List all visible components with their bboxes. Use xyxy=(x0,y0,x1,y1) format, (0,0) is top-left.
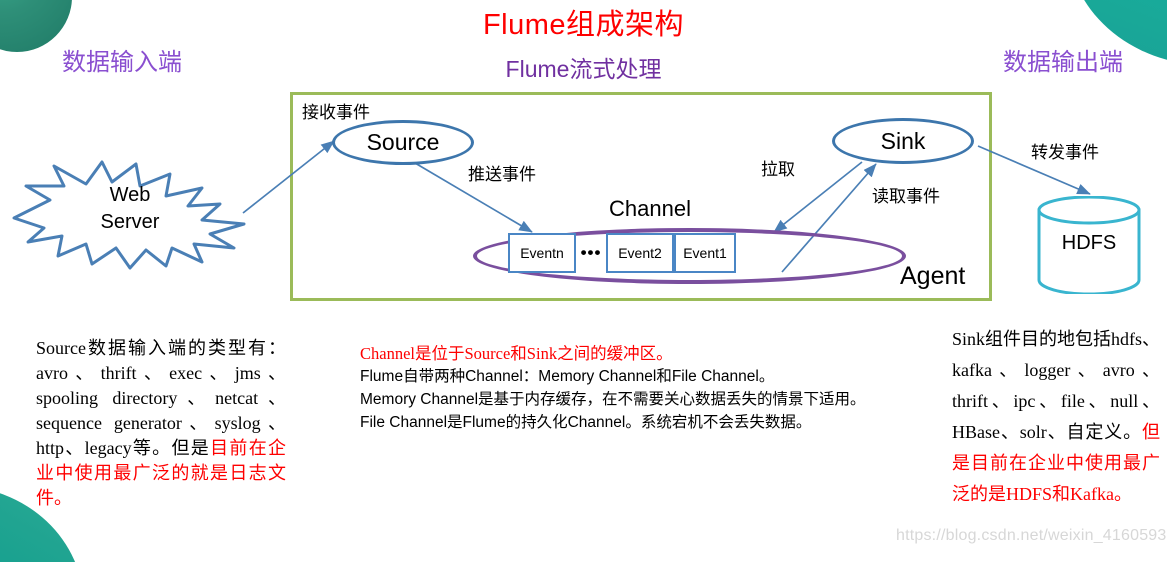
event-box[interactable]: Event1 xyxy=(674,233,736,273)
sink-node[interactable]: Sink xyxy=(832,118,974,164)
event-box-label: Event1 xyxy=(683,245,727,261)
event-box-label: Eventn xyxy=(520,245,564,261)
note-channel-line1: Channel是位于Source和Sink之间的缓冲区。 xyxy=(360,344,673,363)
event-queue: Eventn ••• Event2 Event1 xyxy=(508,233,736,273)
arrow-label-read: 读取事件 xyxy=(872,187,940,206)
watermark: https://blog.csdn.net/weixin_41605937 xyxy=(896,527,1167,544)
source-node-label: Source xyxy=(366,129,440,155)
note-sink-types: Sink组件目的地包括hdfs、kafka、logger、avro、thrift… xyxy=(952,324,1160,510)
hdfs-label: HDFS xyxy=(1061,232,1117,254)
event-box-label: Event2 xyxy=(618,245,662,261)
note-sink-types-black: Sink组件目的地包括hdfs、kafka、logger、avro、thrift… xyxy=(952,329,1161,442)
web-server-label-line1: Web xyxy=(109,184,151,206)
note-channel-line2: Flume自带两种Channel：Memory Channel和File Cha… xyxy=(360,368,775,385)
note-source-types: Source数据输入端的类型有：avro、thrift、exec、jms、spo… xyxy=(36,336,286,511)
sink-node-label: Sink xyxy=(880,127,926,154)
web-server-label: Web Server xyxy=(6,182,254,236)
arrow-label-receive: 接收事件 xyxy=(302,103,370,122)
source-node[interactable]: Source xyxy=(332,120,474,165)
arrow-label-push: 推送事件 xyxy=(468,165,536,184)
event-ellipsis: ••• xyxy=(580,243,602,262)
note-channel-line3: Memory Channel是基于内存缓存，在不需要关心数据丢失的情景下适用。 xyxy=(360,391,866,408)
arrow-label-pull: 拉取 xyxy=(761,160,795,179)
note-channel-line4: File Channel是Flume的持久化Channel。系统宕机不会丢失数据… xyxy=(360,414,812,431)
channel-label: Channel xyxy=(609,196,691,221)
event-box[interactable]: Event2 xyxy=(606,233,674,273)
event-box[interactable]: Eventn xyxy=(508,233,576,273)
slide-canvas: Flume组成架构 Flume流式处理 数据输入端 数据输出端 Agent So… xyxy=(0,0,1167,562)
note-channel-description: Channel是位于Source和Sink之间的缓冲区。 Flume自带两种Ch… xyxy=(360,342,930,434)
web-server-label-line2: Server xyxy=(100,211,160,233)
arrow-label-forward: 转发事件 xyxy=(1031,143,1099,162)
